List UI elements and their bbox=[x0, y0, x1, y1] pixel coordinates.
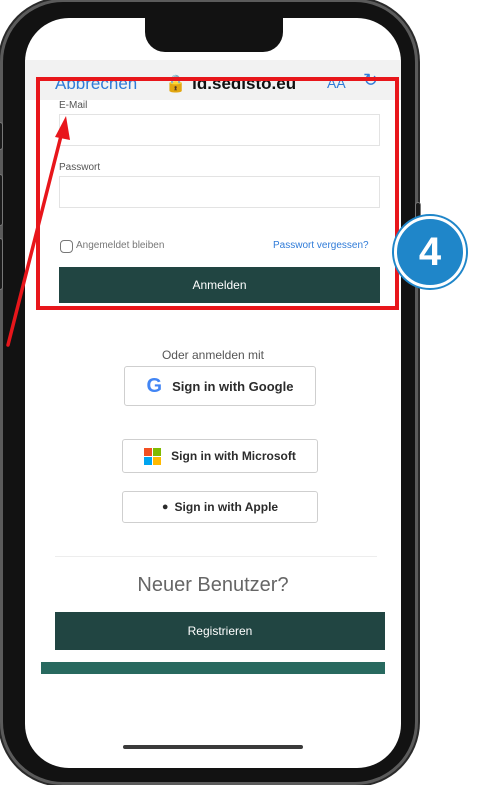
login-button[interactable]: Anmelden bbox=[59, 267, 380, 303]
email-field[interactable] bbox=[59, 114, 380, 146]
apple-icon: ● bbox=[161, 501, 169, 513]
address-bar[interactable]: 🔒 id.sedisto.eu bbox=[165, 74, 296, 94]
phone-volume-down-button bbox=[0, 238, 3, 290]
email-label: E-Mail bbox=[59, 100, 88, 111]
apple-sign-in-label: Sign in with Apple bbox=[174, 500, 279, 514]
remember-me-label: Angemeldet bleiben bbox=[76, 240, 165, 251]
phone-frame: Abbrechen 🔒 id.sedisto.eu AA ↻ E-Mail Pas… bbox=[0, 2, 421, 782]
step-number-badge: 4 bbox=[394, 216, 466, 288]
google-icon: G bbox=[146, 374, 163, 397]
phone-silent-switch bbox=[0, 122, 3, 150]
home-indicator bbox=[123, 745, 303, 749]
text-size-button[interactable]: AA bbox=[327, 75, 346, 91]
password-label: Passwort bbox=[59, 162, 101, 173]
microsoft-sign-in-button[interactable]: Sign in with Microsoft bbox=[122, 439, 318, 473]
section-divider bbox=[55, 556, 377, 557]
url-text: id.sedisto.eu bbox=[192, 74, 297, 93]
apple-sign-in-button[interactable]: ● Sign in with Apple bbox=[122, 491, 318, 523]
reload-icon[interactable]: ↻ bbox=[363, 70, 378, 91]
browser-toolbar: Abbrechen 🔒 id.sedisto.eu AA ↻ bbox=[25, 60, 401, 100]
phone-notch bbox=[145, 18, 283, 52]
lock-icon: 🔒 bbox=[165, 74, 187, 93]
microsoft-icon bbox=[144, 447, 162, 465]
cancel-button[interactable]: Abbrechen bbox=[55, 74, 137, 94]
microsoft-sign-in-label: Sign in with Microsoft bbox=[171, 449, 296, 463]
new-user-heading: Neuer Benutzer? bbox=[137, 574, 289, 596]
register-button[interactable]: Registrieren bbox=[55, 612, 385, 650]
footer-bar bbox=[41, 662, 385, 674]
google-sign-in-button[interactable]: G Sign in with Google bbox=[124, 366, 316, 406]
google-sign-in-label: Sign in with Google bbox=[172, 378, 294, 394]
password-field[interactable] bbox=[59, 176, 380, 208]
phone-screen: Abbrechen 🔒 id.sedisto.eu AA ↻ E-Mail Pas… bbox=[25, 18, 401, 768]
remember-me-checkbox[interactable] bbox=[60, 240, 73, 253]
phone-volume-up-button bbox=[0, 174, 3, 226]
forgot-password-link[interactable]: Passwort vergessen? bbox=[273, 240, 369, 251]
social-login-heading: Oder anmelden mit bbox=[161, 348, 265, 362]
